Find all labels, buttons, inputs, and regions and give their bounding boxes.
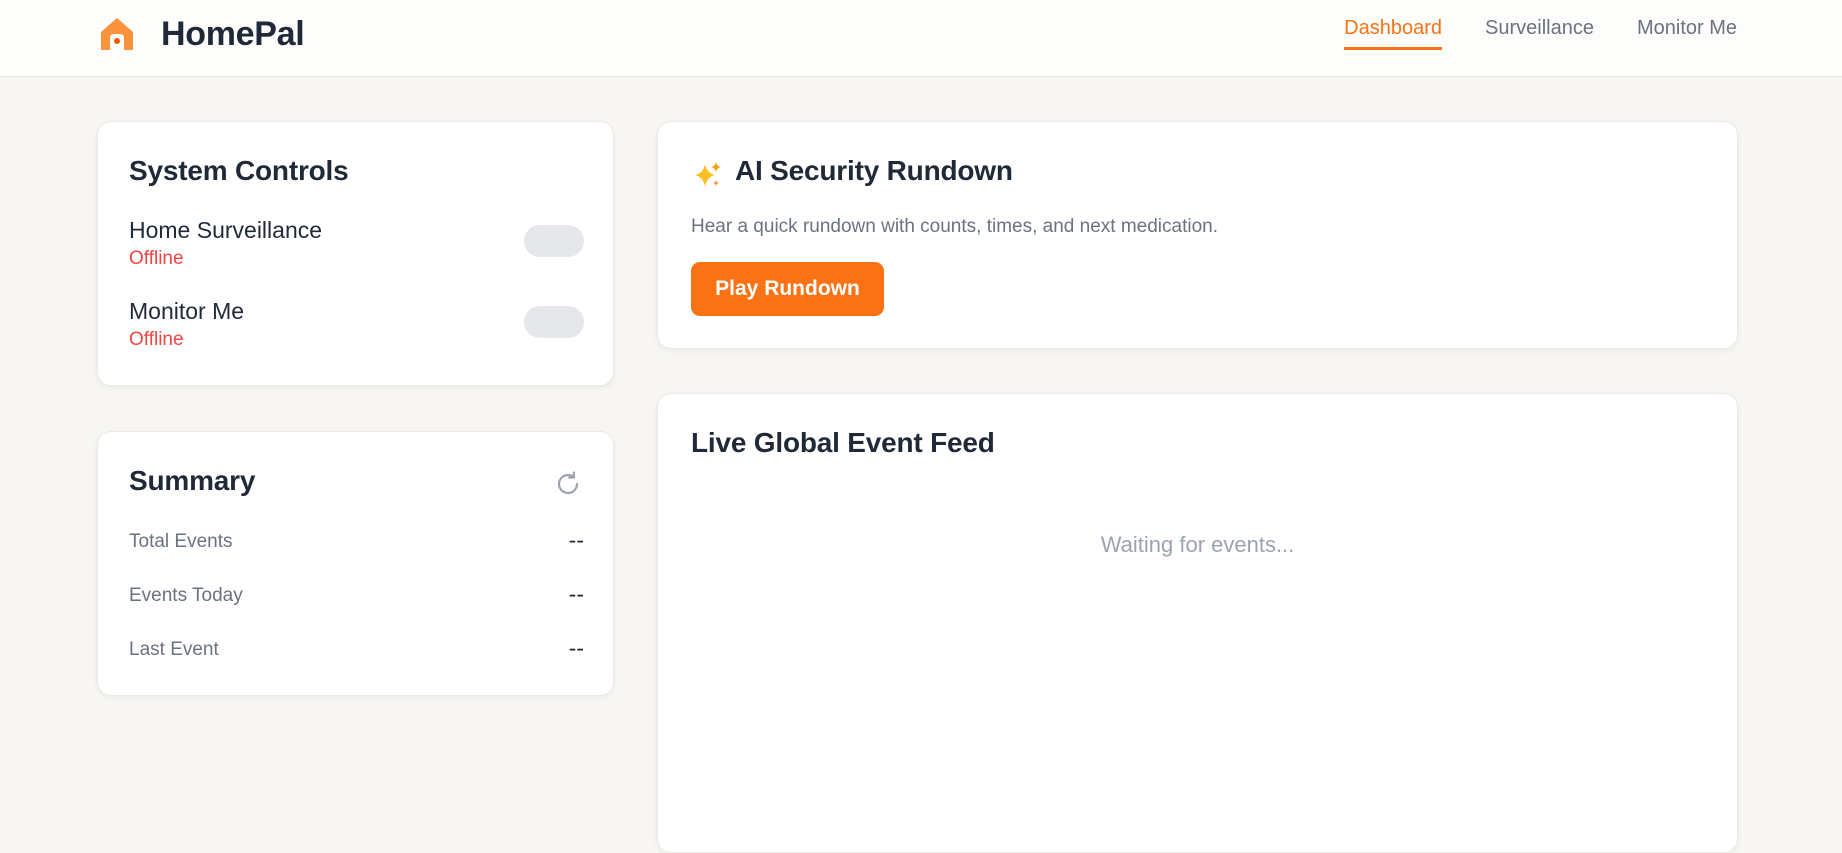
rundown-description: Hear a quick rundown with counts, times,… <box>691 216 1218 237</box>
top-bar: HomePal Dashboard Surveillance Monitor M… <box>0 0 1842 77</box>
feed-title: Live Global Event Feed <box>691 427 995 458</box>
play-rundown-button[interactable]: Play Rundown <box>691 262 884 316</box>
summary-label: Last Event <box>129 639 219 660</box>
sparkles-icon <box>695 162 721 187</box>
control-home-surveillance: Home Surveillance Offline <box>129 217 584 277</box>
feed-empty-state: Waiting for events... <box>1100 532 1295 557</box>
monitor-me-toggle[interactable] <box>524 306 584 338</box>
summary-value: -- <box>568 527 584 553</box>
main-nav: Dashboard Surveillance Monitor Me <box>1301 0 1737 77</box>
nav-surveillance[interactable]: Surveillance <box>1485 0 1594 50</box>
summary-row-events-today: Events Today -- <box>129 581 584 611</box>
summary-card: Summary Total Events -- Events Today -- … <box>97 431 614 696</box>
app-name: HomePal <box>161 14 305 53</box>
summary-row-total-events: Total Events -- <box>129 527 584 557</box>
summary-label: Events Today <box>129 585 243 606</box>
summary-value: -- <box>568 635 584 661</box>
nav-dashboard[interactable]: Dashboard <box>1344 0 1443 50</box>
control-name: Monitor Me <box>129 298 245 324</box>
rundown-title: AI Security Rundown <box>735 155 1013 186</box>
summary-title: Summary <box>129 465 256 496</box>
event-feed-card: Live Global Event Feed Waiting for event… <box>657 393 1738 853</box>
status-badge: Offline <box>129 248 184 269</box>
refresh-icon[interactable] <box>554 470 582 498</box>
home-icon <box>101 18 133 50</box>
summary-value: -- <box>568 581 584 607</box>
summary-row-last-event: Last Event -- <box>129 635 584 665</box>
nav-monitor-me[interactable]: Monitor Me <box>1637 0 1737 50</box>
status-badge: Offline <box>129 329 184 350</box>
system-controls-card: System Controls Home Surveillance Offlin… <box>97 121 614 386</box>
control-monitor-me: Monitor Me Offline <box>129 298 584 358</box>
summary-label: Total Events <box>129 531 233 552</box>
control-name: Home Surveillance <box>129 217 323 243</box>
brand[interactable]: HomePal <box>97 14 305 54</box>
ai-rundown-card: AI Security Rundown Hear a quick rundown… <box>657 121 1738 349</box>
system-controls-title: System Controls <box>129 155 349 186</box>
home-surveillance-toggle[interactable] <box>524 225 584 257</box>
